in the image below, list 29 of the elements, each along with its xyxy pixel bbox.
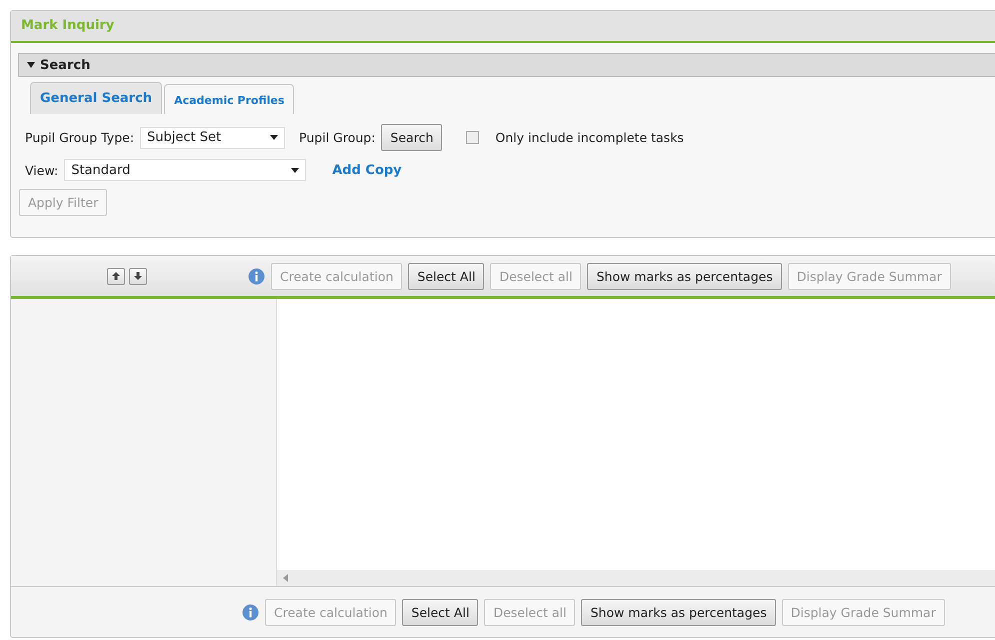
arrow-down-icon xyxy=(132,271,142,281)
arrow-up-icon xyxy=(110,271,120,281)
checkbox[interactable] xyxy=(466,131,480,144)
info-icon[interactable] xyxy=(242,604,259,620)
tab[interactable]: Academic Profiles xyxy=(164,84,294,114)
field-label: Pupil Group Type: xyxy=(25,130,134,145)
move-up-button[interactable] xyxy=(106,268,124,284)
info-icon[interactable] xyxy=(248,268,265,284)
search-section-header[interactable]: Search xyxy=(18,53,995,77)
panel-title: Mark Inquiry xyxy=(11,11,995,43)
add-copy-link[interactable]: Add Copy xyxy=(332,162,402,178)
search-button[interactable]: Search xyxy=(381,124,442,151)
move-down-button[interactable] xyxy=(128,268,146,284)
toolbar-button[interactable]: Select All xyxy=(408,262,484,290)
horizontal-scrollbar[interactable] xyxy=(277,570,995,586)
tab[interactable]: General Search xyxy=(30,82,162,114)
checkbox-label: Only include incomplete tasks xyxy=(495,130,684,145)
scroll-left-icon[interactable] xyxy=(283,574,288,582)
field-label: View: xyxy=(25,162,58,178)
pupil-group-type-select[interactable]: Subject Set xyxy=(140,126,286,148)
caret-icon xyxy=(270,135,278,140)
field-label: Pupil Group: xyxy=(299,130,376,145)
toolbar-button[interactable]: Select All xyxy=(402,598,478,626)
caret-icon xyxy=(291,168,300,172)
toolbar-button[interactable]: Show marks as percentages xyxy=(581,598,776,626)
toolbar-button[interactable]: Show marks as percentages xyxy=(587,262,782,290)
view-select[interactable]: Standard xyxy=(64,159,306,181)
section-title: Search xyxy=(40,58,90,72)
caret-icon xyxy=(27,62,35,68)
